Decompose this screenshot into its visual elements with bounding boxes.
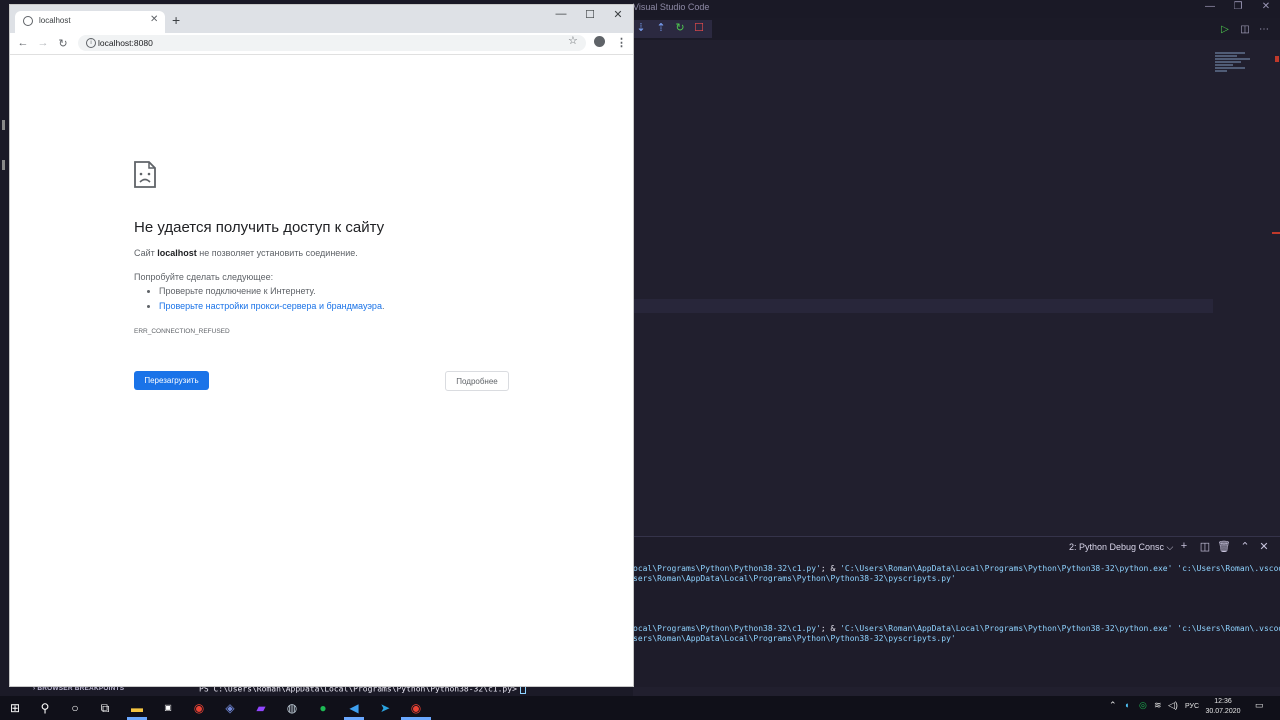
maximize-icon[interactable]: ☐ (580, 8, 600, 21)
vscode-close-icon[interactable]: ✕ (1259, 1, 1273, 12)
split-editor-icon[interactable]: ◫ (1238, 24, 1252, 35)
stop-icon[interactable]: ☐ (692, 21, 706, 34)
steam-icon[interactable]: ◍ (282, 698, 302, 718)
telegram-icon[interactable]: ➤ (375, 698, 395, 718)
vscode-tab-strip (633, 18, 1280, 40)
suggestions-list: Проверьте подключение к Интернету. Прове… (134, 286, 384, 316)
menu-icon[interactable]: ⋮ (616, 36, 627, 49)
vscode-icon[interactable]: ◀ (344, 698, 364, 718)
volume-icon[interactable]: ◁) (1168, 700, 1178, 711)
info-icon[interactable]: i (86, 38, 96, 48)
forward-icon[interactable]: → (36, 37, 50, 49)
chrome-toolbar: ← → ↻ i localhost:8080 ☆ ⋮ (10, 33, 633, 55)
terminal-line: ocal\Programs\Python\Python38-32\c1.py';… (633, 564, 1280, 573)
minimap[interactable] (1215, 52, 1255, 82)
step-out-icon[interactable]: ⇡ (654, 21, 668, 34)
chrome-icon[interactable]: ◉ (406, 698, 426, 718)
profile-avatar[interactable] (594, 36, 605, 47)
suggestions-heading: Попробуйте сделать следующее: (134, 272, 274, 282)
clock[interactable]: 12:36 30.07.2020 (1200, 697, 1246, 717)
notifications-icon[interactable]: ▭ (1255, 700, 1264, 711)
tray-app-icon[interactable]: ◖ (1124, 700, 1129, 710)
vscode-restore-icon[interactable]: ❐ (1231, 1, 1245, 12)
new-tab-icon[interactable]: + (172, 12, 180, 28)
terminal-line: sers\Roman\AppData\Local\Programs\Python… (633, 634, 956, 643)
restart-icon[interactable]: ↻ (673, 21, 687, 34)
twitch-icon[interactable]: ▰ (251, 698, 271, 718)
task-view-icon[interactable]: ⧉ (95, 698, 115, 718)
language-indicator[interactable]: РУС (1185, 703, 1199, 710)
suggestion-item: Проверьте подключение к Интернету. (159, 286, 384, 296)
url-text: localhost:8080 (98, 38, 153, 48)
chrome-icon[interactable]: ◉ (189, 698, 209, 718)
terminal-line: ocal\Programs\Python\Python38-32\c1.py';… (633, 624, 1280, 633)
error-title: Не удается получить доступ к сайту (134, 219, 385, 236)
current-line-highlight (633, 299, 1213, 313)
tab-title: localhost (39, 16, 71, 25)
tray-overflow-icon[interactable]: ⌃ (1109, 700, 1117, 711)
error-description: Сайт localhost не позволяет установить с… (134, 248, 358, 258)
new-terminal-icon[interactable]: + (1177, 540, 1191, 552)
close-icon[interactable]: ✕ (608, 8, 628, 21)
chrome-titlebar: localhost ✕ + — ☐ ✕ (10, 5, 633, 33)
cortana-icon[interactable]: ○ (65, 698, 85, 718)
split-terminal-icon[interactable]: ◫ (1198, 540, 1212, 553)
tray-app-icon[interactable]: ◎ (1139, 700, 1147, 711)
discord-icon[interactable]: ◈ (220, 698, 240, 718)
browser-breakpoints-section[interactable]: › BROWSER BREAKPOINTS (33, 685, 124, 692)
vscode-window-title: Visual Studio Code (633, 2, 710, 12)
run-icon[interactable]: ▷ (1218, 24, 1232, 35)
browser-tab[interactable]: localhost ✕ (15, 11, 165, 33)
tab-close-icon[interactable]: ✕ (150, 14, 158, 25)
sad-page-icon (134, 161, 156, 188)
star-icon[interactable]: ☆ (568, 34, 578, 47)
editor-area[interactable] (633, 40, 1280, 536)
suggestion-item: Проверьте настройки прокси-сервера и бра… (159, 301, 384, 311)
search-icon[interactable]: ⚲ (35, 698, 55, 718)
windows-start-icon[interactable]: ⊞ (5, 698, 25, 718)
close-panel-icon[interactable]: ✕ (1257, 540, 1271, 553)
maximize-panel-icon[interactable]: ⌃ (1238, 540, 1252, 553)
back-icon[interactable]: ← (16, 37, 30, 49)
spotify-icon[interactable]: ● (313, 698, 333, 718)
minimize-icon[interactable]: — (551, 8, 571, 20)
more-actions-icon[interactable]: ⋯ (1257, 24, 1271, 35)
reload-button[interactable]: Перезагрузить (134, 371, 209, 390)
proxy-settings-link[interactable]: Проверьте настройки прокси-сервера и бра… (159, 301, 382, 311)
terminal-line: sers\Roman\AppData\Local\Programs\Python… (633, 574, 956, 583)
error-code: ERR_CONNECTION_REFUSED (134, 328, 230, 335)
scrollbar-error-marker (1272, 232, 1280, 234)
debug-toolbar: ⇣ ⇡ ↻ ☐ (622, 20, 712, 38)
terminal-panel (633, 536, 1280, 687)
vscode-minimize-icon[interactable]: — (1203, 1, 1217, 12)
reload-icon[interactable]: ↻ (56, 37, 70, 50)
address-bar[interactable]: i localhost:8080 (78, 35, 586, 51)
step-into-icon[interactable]: ⇣ (634, 21, 648, 34)
details-button[interactable]: Подробнее (445, 371, 509, 391)
file-explorer-icon[interactable]: ▬ (127, 698, 147, 718)
network-icon[interactable]: ≋ (1154, 700, 1162, 711)
terminal-select[interactable]: 2: Python Debug Consc ⌵ (1069, 542, 1173, 553)
globe-icon (23, 16, 33, 26)
scrollbar-error-marker (1275, 56, 1279, 62)
vscode-activity-strip (0, 0, 10, 684)
chrome-window: localhost ✕ + — ☐ ✕ ← → ↻ i localhost:80… (10, 5, 633, 686)
epic-games-icon[interactable]: ▣ (158, 698, 178, 718)
trash-icon[interactable]: 🗑 (1217, 540, 1231, 553)
